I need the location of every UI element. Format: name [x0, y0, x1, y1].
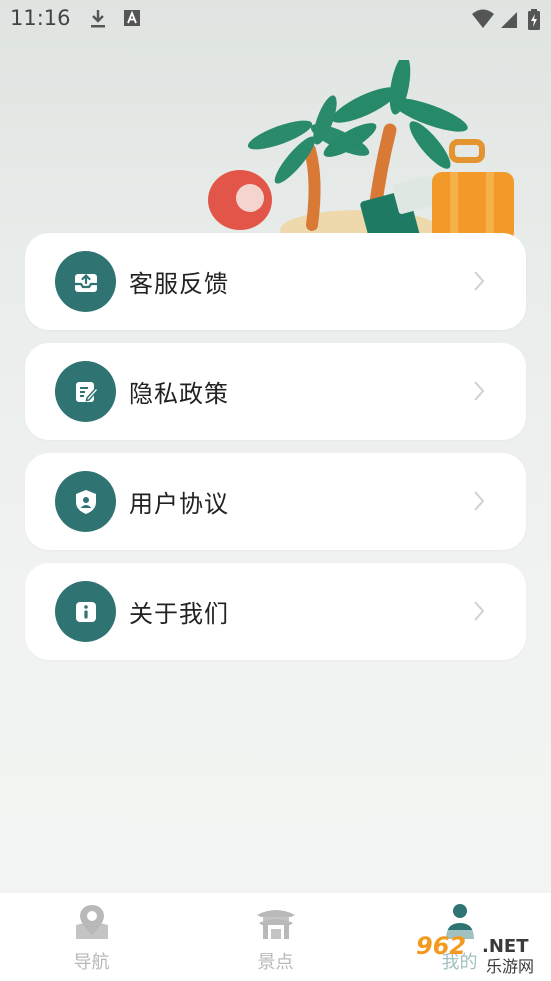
svg-text:.NET: .NET — [482, 936, 529, 957]
menu-item-label: 客服反馈 — [129, 270, 229, 298]
map-pin-icon — [72, 901, 112, 947]
battery-icon — [527, 8, 541, 36]
shield-user-icon — [55, 471, 116, 532]
status-time: 11:16 — [10, 6, 71, 30]
svg-text:962: 962 — [416, 932, 466, 960]
tab-attractions[interactable]: 景点 — [184, 893, 367, 981]
wifi-icon — [471, 8, 495, 34]
chevron-right-icon — [472, 489, 486, 517]
menu-item-user-agreement[interactable]: 用户协议 — [25, 453, 526, 550]
chevron-right-icon — [472, 599, 486, 627]
menu-item-feedback[interactable]: 客服反馈 — [25, 233, 526, 330]
menu-item-privacy[interactable]: 隐私政策 — [25, 343, 526, 440]
tab-navigation[interactable]: 导航 — [0, 893, 183, 981]
document-edit-icon — [55, 361, 116, 422]
tab-label: 导航 — [73, 952, 110, 973]
tab-label: 景点 — [257, 952, 294, 973]
menu-item-label: 关于我们 — [129, 600, 229, 628]
chevron-right-icon — [472, 269, 486, 297]
menu-item-about-us[interactable]: 关于我们 — [25, 563, 526, 660]
menu-item-label: 用户协议 — [129, 490, 229, 518]
svg-text:乐游网: 乐游网 — [486, 957, 534, 976]
travel-illustration — [200, 55, 540, 255]
download-icon — [88, 8, 108, 34]
menu-item-label: 隐私政策 — [129, 380, 229, 408]
pavilion-icon — [253, 901, 299, 947]
inbox-upload-icon — [55, 251, 116, 312]
chevron-right-icon — [472, 379, 486, 407]
info-icon — [55, 581, 116, 642]
signal-icon — [499, 8, 519, 34]
a-icon — [123, 8, 141, 32]
status-bar: 11:16 — [0, 0, 551, 38]
watermark-logo: 962 .NET 乐游网 — [412, 928, 548, 976]
